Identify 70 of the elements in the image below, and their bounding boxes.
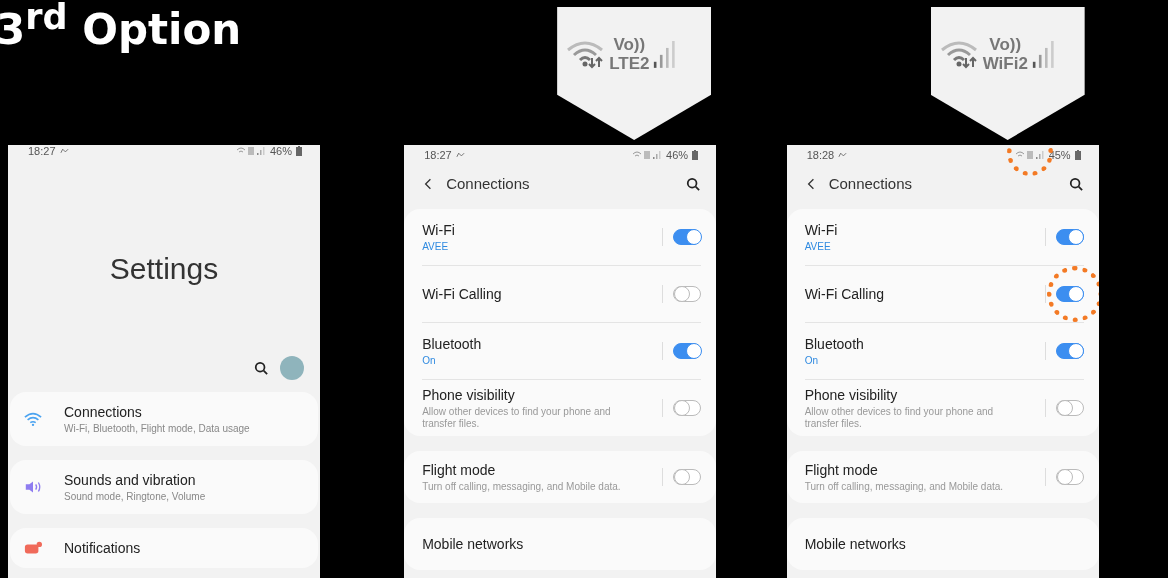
setting-status: AVEE	[422, 241, 450, 252]
back-icon[interactable]	[424, 176, 433, 191]
search-icon[interactable]	[686, 176, 701, 191]
volte-label: Vo))	[613, 35, 646, 54]
toggle-switch[interactable]	[1055, 229, 1084, 245]
toggle-switch[interactable]	[673, 469, 702, 485]
settings-item[interactable]: Notifications	[10, 528, 318, 568]
battery-icon	[692, 150, 699, 161]
toggle-switch[interactable]	[1055, 469, 1084, 485]
settings-item[interactable]: Sounds and vibration Sound mode, Ringtone, Volume	[10, 460, 318, 514]
setting-description: Turn off calling, messaging, and Mobile data.	[422, 480, 622, 493]
network-status-icon	[632, 150, 663, 161]
status-time: 18:27	[424, 149, 452, 162]
search-icon[interactable]	[1068, 176, 1083, 191]
notification-icon	[455, 152, 465, 159]
battery-percent: 46%	[269, 145, 292, 157]
setting-label[interactable]: Phone visibility	[422, 386, 515, 403]
setting-label[interactable]: Wi-Fi	[804, 222, 838, 238]
setting-label[interactable]: Wi-Fi	[422, 222, 455, 238]
setting-description: Allow other devices to find your phone and transfer files.	[422, 405, 612, 430]
wifi-icon	[24, 411, 42, 427]
network-label: WiFi2	[982, 54, 1028, 73]
item-label: Connections	[64, 404, 143, 420]
network-label: LTE2	[609, 54, 650, 73]
item-label: Notifications	[64, 540, 141, 556]
speaker-icon	[24, 479, 42, 495]
setting-label[interactable]: Phone visibility	[804, 386, 898, 403]
notification-icon	[838, 152, 848, 159]
notification-icon	[59, 148, 69, 154]
setting-label[interactable]: Bluetooth	[804, 336, 864, 352]
setting-status: On	[422, 355, 437, 366]
status-time: 18:28	[806, 149, 835, 162]
setting-label[interactable]: Mobile networks	[804, 536, 906, 552]
screen-title: Connections	[446, 175, 531, 193]
toggle-switch[interactable]	[1055, 343, 1084, 359]
screen-title: Settings	[109, 252, 219, 286]
screen-title: Connections	[828, 175, 914, 193]
item-label: Sounds and vibration	[64, 472, 197, 488]
network-status-icon	[235, 146, 266, 156]
setting-status: AVEE	[804, 241, 832, 252]
settings-item[interactable]: Connections Wi-Fi, Bluetooth, Flight mode, Data usage	[10, 392, 318, 446]
volte-label: Vo))	[989, 35, 1022, 54]
battery-percent: 45%	[1048, 149, 1071, 162]
setting-label[interactable]: Flight mode	[422, 461, 496, 478]
setting-label[interactable]: Mobile networks	[422, 536, 524, 552]
setting-description: Allow other devices to find your phone and transfer files.	[804, 405, 995, 430]
item-detail: Wi-Fi, Bluetooth, Flight mode, Data usage	[64, 423, 250, 434]
setting-status: On	[804, 355, 819, 366]
battery-icon	[1074, 150, 1081, 161]
setting-label[interactable]: Bluetooth	[422, 336, 482, 352]
setting-label[interactable]: Wi-Fi Calling	[422, 286, 502, 302]
setting-label[interactable]: Wi-Fi Calling	[804, 286, 884, 302]
item-detail: Sound mode, Ringtone, Volume	[64, 491, 206, 502]
network-status-icon	[1014, 150, 1045, 161]
toggle-switch[interactable]	[673, 286, 702, 302]
status-time: 18:27	[28, 145, 56, 157]
setting-description: Turn off calling, messaging, and Mobile data.	[804, 480, 1005, 493]
toggle-switch[interactable]	[673, 343, 702, 359]
toggle-switch[interactable]	[1055, 286, 1084, 302]
battery-icon	[296, 146, 302, 156]
setting-label[interactable]: Flight mode	[804, 461, 878, 478]
notification-icon	[24, 540, 42, 556]
toggle-switch[interactable]	[673, 400, 702, 416]
toggle-switch[interactable]	[673, 229, 702, 245]
battery-percent: 46%	[666, 149, 689, 162]
wifi-icon	[938, 38, 979, 70]
search-icon[interactable]	[254, 361, 268, 375]
avatar-icon[interactable]	[280, 356, 304, 380]
back-icon[interactable]	[806, 176, 815, 191]
toggle-switch[interactable]	[1055, 400, 1084, 416]
